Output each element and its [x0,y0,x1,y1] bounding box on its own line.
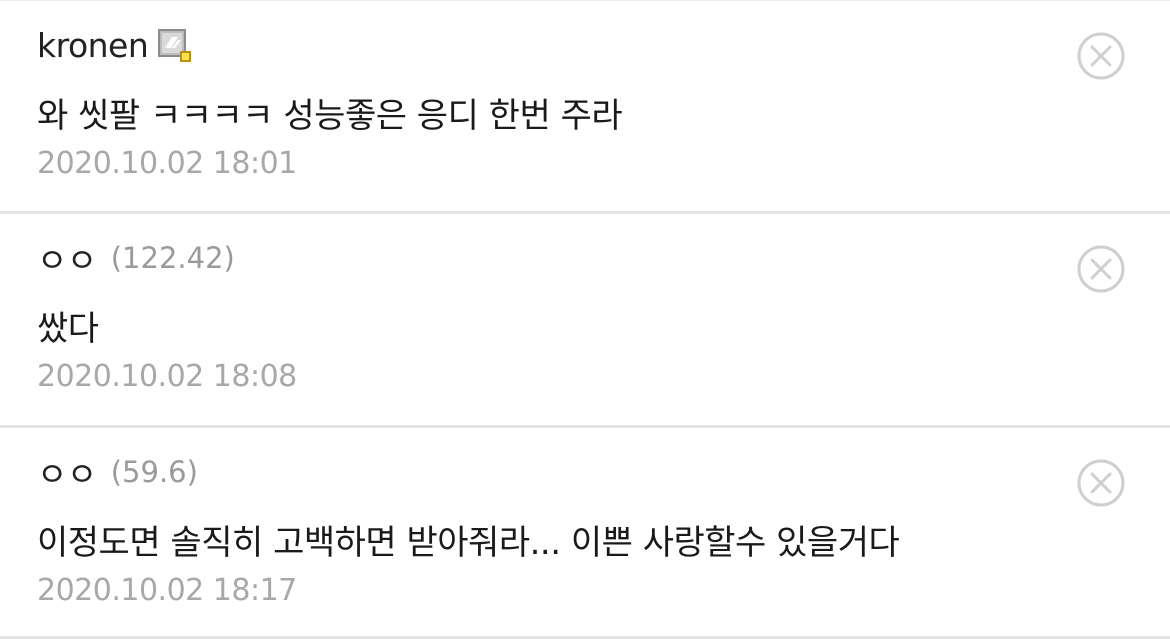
comment-nickname[interactable]: kronen [37,26,149,65]
comment-nickname[interactable]: ㅇㅇ [37,234,97,282]
close-circle-icon[interactable] [1076,458,1126,508]
comment-timestamp: 2020.10.02 18:01 [37,146,297,181]
comment-item: ㅇㅇ (59.6) 이정도면 솔직히 고백하면 받아줘라... 이쁜 사랑할수 … [0,428,1170,639]
comment-item: ㅇㅇ (122.42) 쌌다 2020.10.02 18:08 [0,214,1170,428]
comment-author-line: ㅇㅇ (122.42) [37,236,235,280]
comment-text: 쌌다 [37,309,99,349]
comment-nickname[interactable]: ㅇㅇ [37,448,97,496]
comment-ip: (122.42) [110,241,235,275]
comment-timestamp: 2020.10.02 18:08 [37,359,297,394]
close-circle-icon[interactable] [1076,31,1126,81]
comment-text: 와 씻팔 ㅋㅋㅋㅋ 성능좋은 응디 한번 주라 [37,96,623,136]
comment-ip: (59.6) [110,455,198,489]
comment-item: kronen 와 씻팔 ㅋㅋㅋㅋ 성능좋은 응디 한번 주라 2020.10.0… [0,0,1170,214]
comment-author-line: kronen [37,23,194,67]
gallog-icon[interactable] [156,26,194,64]
close-circle-icon[interactable] [1076,244,1126,294]
comment-text: 이정도면 솔직히 고백하면 받아줘라... 이쁜 사랑할수 있을거다 [37,523,900,563]
comment-author-line: ㅇㅇ (59.6) [37,450,198,494]
comment-timestamp: 2020.10.02 18:17 [37,573,297,608]
